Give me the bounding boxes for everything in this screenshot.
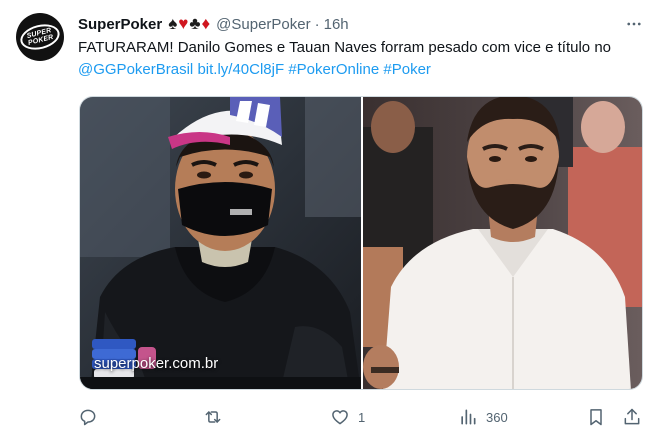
display-name[interactable]: SuperPoker — [78, 16, 162, 33]
superpoker-logo: SUPER POKER — [17, 20, 63, 54]
tweet-text-body: FATURARAM! Danilo Gomes e Tauan Naves fo… — [78, 39, 612, 56]
hashtag-link[interactable]: #Poker — [383, 61, 431, 78]
diamond-icon: ♦ — [201, 14, 212, 33]
heart-icon: ♥ — [178, 14, 190, 33]
url-link[interactable]: bit.ly/40Cl8jF — [197, 61, 284, 78]
more-horizontal-icon — [627, 22, 641, 26]
like-icon — [332, 410, 348, 425]
spade-icon: ♠ — [168, 14, 179, 33]
mention-link[interactable]: @GGPokerBrasil — [78, 61, 193, 78]
tweet[interactable]: SUPER POKER SuperPoker ♠♥♣♦ @SuperPoker … — [0, 0, 652, 441]
views-button[interactable]: 360 — [458, 404, 508, 430]
separator-dot: · — [314, 15, 320, 33]
media-watermark: superpoker.com.br — [94, 355, 219, 372]
share-icon — [624, 408, 640, 425]
retweet-icon — [205, 411, 221, 423]
reply-button[interactable] — [78, 404, 106, 430]
club-icon: ♣ — [189, 14, 202, 33]
like-count: 1 — [358, 409, 366, 425]
like-button[interactable]: 1 — [330, 404, 365, 430]
avatar[interactable]: SUPER POKER — [16, 13, 64, 61]
name-suits: ♠♥♣♦ — [168, 15, 211, 33]
bookmark-icon — [590, 409, 602, 426]
views-count: 360 — [486, 409, 508, 425]
photo-player-left[interactable] — [80, 97, 361, 390]
timestamp[interactable]: 16h — [324, 16, 349, 33]
retweet-button[interactable] — [203, 404, 231, 430]
photo-player-right[interactable] — [363, 97, 643, 390]
more-button[interactable] — [622, 14, 646, 34]
handle[interactable]: @SuperPoker — [216, 16, 310, 33]
views-icon — [461, 409, 476, 425]
bookmark-button[interactable] — [586, 404, 606, 430]
hashtag-link[interactable]: #PokerOnline — [288, 61, 379, 78]
reply-icon — [80, 409, 96, 426]
tweet-actions: 1 360 — [78, 404, 644, 430]
tweet-media[interactable]: superpoker.com.br — [79, 96, 643, 390]
tweet-header: SuperPoker ♠♥♣♦ @SuperPoker · 16h — [78, 14, 349, 34]
tweet-text: FATURARAM! Danilo Gomes e Tauan Naves fo… — [78, 37, 638, 81]
share-button[interactable] — [622, 404, 642, 430]
